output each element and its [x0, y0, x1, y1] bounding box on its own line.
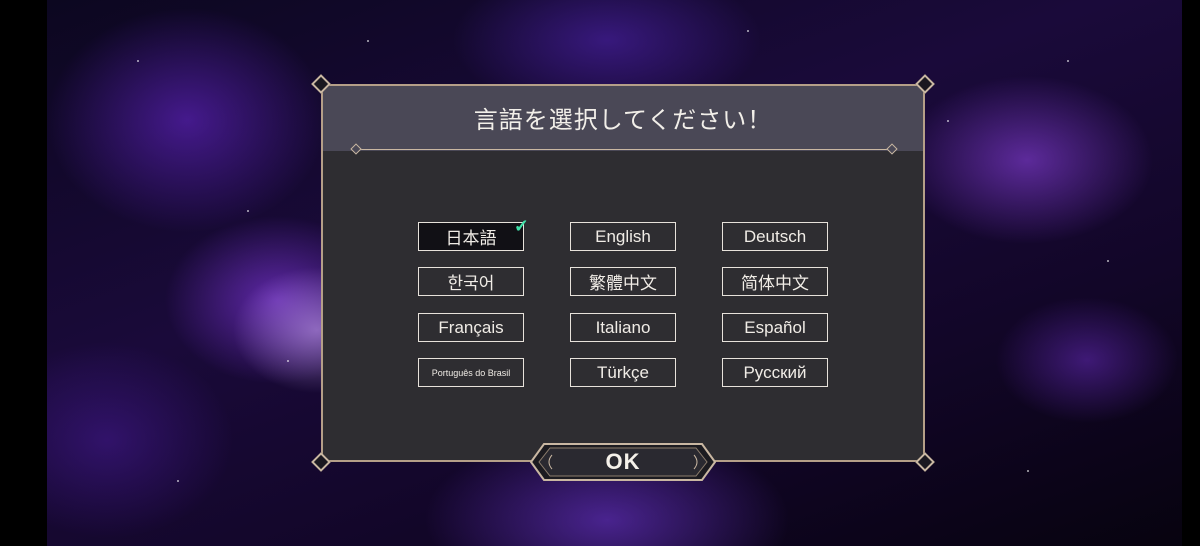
language-label: Português do Brasil	[431, 367, 511, 378]
ok-button[interactable]: OK	[530, 443, 716, 481]
header-divider	[357, 149, 889, 150]
dialog-title: 言語を選択してください！	[473, 106, 773, 134]
language-option-french[interactable]: Français	[418, 313, 524, 342]
ok-button-label: OK	[605, 449, 641, 474]
left-black-bar	[0, 0, 47, 546]
language-label: Русский	[743, 362, 807, 382]
language-option-spanish[interactable]: Español	[722, 313, 828, 342]
language-label: 简体中文	[741, 274, 809, 293]
language-option-english[interactable]: English	[570, 222, 676, 251]
language-label: 日本語	[445, 229, 497, 248]
language-label: English	[595, 226, 651, 246]
language-option-german[interactable]: Deutsch	[722, 222, 828, 251]
language-label: Deutsch	[743, 226, 807, 246]
language-label: Italiano	[595, 317, 651, 337]
language-label: 繁體中文	[589, 274, 657, 293]
language-label: Español	[744, 317, 806, 337]
language-option-portuguese-brazil[interactable]: Português do Brasil	[418, 358, 524, 387]
dialog-header: 言語を選択してください！	[323, 86, 923, 151]
language-option-korean[interactable]: 한국어	[418, 267, 524, 296]
language-option-italian[interactable]: Italiano	[570, 313, 676, 342]
language-option-russian[interactable]: Русский	[722, 358, 828, 387]
check-icon: ✓	[513, 216, 529, 236]
language-label: 한국어	[447, 274, 495, 293]
language-label: Français	[438, 317, 504, 337]
language-label: Türkçe	[597, 362, 649, 382]
language-option-traditional-chinese[interactable]: 繁體中文	[570, 267, 676, 296]
language-option-turkish[interactable]: Türkçe	[570, 358, 676, 387]
language-option-simplified-chinese[interactable]: 简体中文	[722, 267, 828, 296]
language-option-japanese[interactable]: 日本語 ✓	[418, 217, 529, 251]
right-black-bar	[1182, 0, 1200, 546]
